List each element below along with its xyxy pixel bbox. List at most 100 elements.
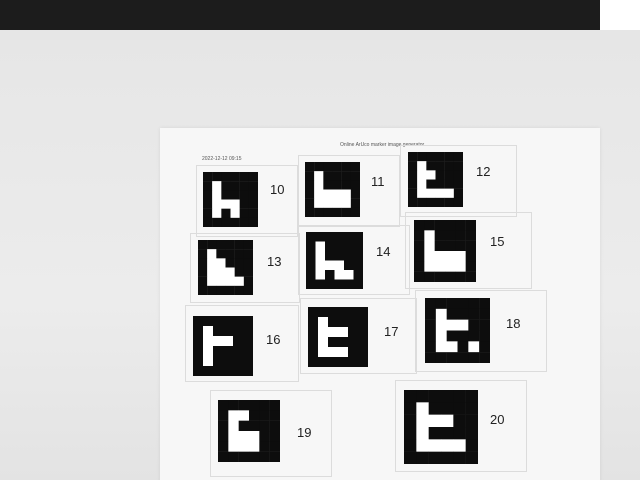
marker-module — [193, 366, 204, 376]
marker-module — [428, 402, 442, 415]
marker-module — [305, 162, 315, 172]
aruco-marker — [425, 298, 490, 363]
marker-module — [328, 347, 339, 358]
marker-module — [223, 326, 234, 337]
marker-module — [228, 451, 239, 462]
marker-module — [269, 451, 280, 462]
marker-module — [444, 188, 455, 199]
marker-module — [223, 346, 234, 357]
marker-module — [446, 319, 458, 331]
marker-module — [424, 261, 435, 272]
marker-module — [417, 179, 427, 189]
marker-module — [453, 188, 463, 199]
marker-module — [465, 414, 478, 428]
marker-module — [233, 326, 244, 337]
marker-module — [314, 198, 324, 209]
background-dark-surface — [0, 0, 600, 32]
sheet-date: 2022-12-12 09:15 — [202, 156, 242, 162]
marker-module — [314, 189, 324, 199]
marker-module — [269, 431, 280, 442]
marker-module — [238, 451, 250, 462]
marker-module — [468, 298, 480, 310]
marker-module — [234, 285, 245, 295]
marker-module — [441, 390, 454, 403]
marker-module — [225, 249, 235, 259]
marker-module — [243, 336, 253, 347]
marker-module — [426, 197, 436, 207]
marker-module — [341, 162, 352, 172]
marker-id-label: 10 — [270, 182, 285, 197]
marker-module — [408, 161, 418, 171]
marker-module — [243, 316, 253, 327]
marker-module — [350, 207, 360, 217]
marker-module — [228, 431, 239, 442]
marker-module — [344, 260, 354, 271]
marker-module — [239, 199, 250, 209]
marker-module — [207, 267, 217, 277]
marker-module — [305, 180, 315, 190]
marker-module — [234, 267, 245, 277]
marker-module — [203, 181, 213, 191]
marker-module — [248, 190, 258, 200]
marker-module — [416, 402, 429, 415]
marker-module — [230, 181, 240, 191]
marker-module — [269, 410, 280, 421]
marker-module — [306, 270, 316, 280]
marker-module — [230, 208, 240, 219]
marker-module — [216, 258, 226, 268]
marker-module — [223, 356, 234, 367]
marker-module — [233, 366, 244, 376]
marker-module — [358, 317, 368, 328]
marker-module — [218, 431, 229, 442]
marker-module — [445, 271, 456, 282]
marker-module — [212, 172, 222, 182]
marker-module — [193, 326, 204, 337]
marker-module — [323, 171, 333, 181]
marker-module — [216, 285, 226, 295]
marker-module — [306, 260, 316, 271]
aruco-marker — [218, 400, 280, 462]
aruco-marker — [198, 240, 253, 295]
marker-module — [239, 208, 250, 219]
marker-module — [465, 439, 478, 452]
marker-module — [213, 356, 224, 367]
marker-module — [213, 336, 224, 347]
marker-module — [305, 198, 315, 209]
marker-module — [457, 308, 469, 320]
marker-module — [424, 251, 435, 262]
marker-module — [465, 451, 478, 464]
marker-module — [334, 241, 345, 252]
marker-module — [435, 197, 445, 207]
marker-module — [221, 208, 231, 219]
marker-module — [225, 285, 235, 295]
marker-module — [212, 208, 222, 219]
marker-module — [325, 232, 335, 242]
marker-module — [248, 172, 258, 182]
marker-module — [230, 199, 240, 209]
marker-module — [453, 414, 466, 428]
marker-module — [218, 420, 229, 432]
marker-module — [435, 170, 445, 180]
marker-module — [358, 347, 368, 358]
marker-module — [223, 366, 234, 376]
marker-module — [441, 402, 454, 415]
marker-module — [212, 190, 222, 200]
marker-module — [446, 308, 458, 320]
marker-module — [455, 271, 466, 282]
marker-module — [426, 179, 436, 189]
marker-module — [221, 190, 231, 200]
marker-module — [198, 258, 208, 268]
marker-module — [213, 316, 224, 327]
marker-module — [203, 208, 213, 219]
marker-module — [465, 261, 476, 272]
marker-module — [332, 207, 342, 217]
marker-module — [212, 181, 222, 191]
marker-module — [228, 420, 239, 432]
marker-module — [218, 441, 229, 452]
marker-module — [318, 337, 329, 348]
marker-module — [230, 217, 240, 227]
marker-module — [259, 431, 270, 442]
aruco-marker — [306, 232, 363, 289]
aruco-marker — [404, 390, 478, 464]
marker-id-label: 11 — [371, 174, 385, 189]
